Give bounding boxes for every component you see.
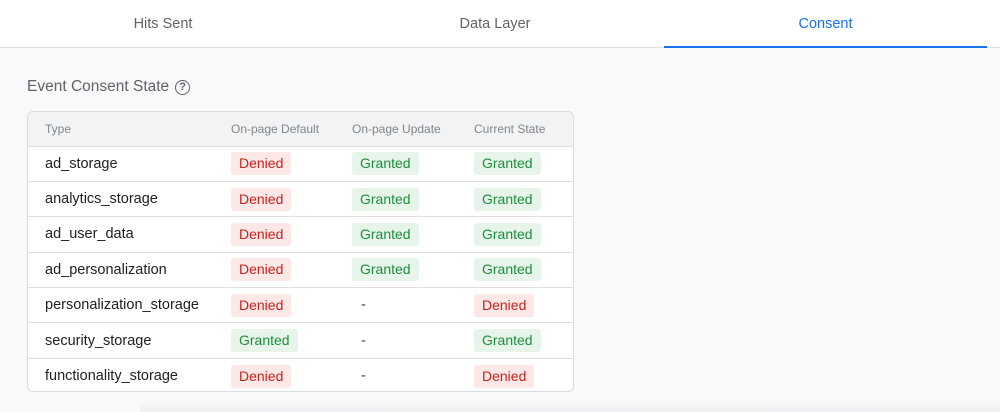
update-state-cell: Granted xyxy=(352,181,474,216)
status-badge-granted: Granted xyxy=(352,152,419,176)
tab-bar: Hits Sent Data Layer Consent xyxy=(0,0,1000,48)
bottom-shadow xyxy=(140,400,1000,412)
current-state-cell: Granted xyxy=(474,323,573,358)
table-header-row: Type On-page Default On-page Update Curr… xyxy=(28,112,573,146)
table-row: analytics_storage Denied Granted Granted xyxy=(28,181,573,216)
column-header-default: On-page Default xyxy=(231,121,320,136)
status-badge-denied: Denied xyxy=(231,364,292,388)
status-badge-granted: Granted xyxy=(474,187,541,211)
current-state-cell: Granted xyxy=(474,146,573,181)
status-badge-denied: Denied xyxy=(231,222,292,246)
status-badge-granted: Granted xyxy=(474,152,541,176)
update-state-cell: Granted xyxy=(352,252,474,287)
empty-value: - xyxy=(361,297,366,314)
status-badge-denied: Denied xyxy=(231,258,292,282)
tab-consent[interactable]: Consent xyxy=(664,0,987,48)
table-row: ad_user_data Denied Granted Granted xyxy=(28,216,573,252)
section-title-text: Event Consent State xyxy=(27,78,170,95)
section-title: Event Consent State ? xyxy=(27,78,191,96)
column-header-type: Type xyxy=(45,121,72,136)
default-state-cell: Denied xyxy=(231,358,352,391)
tab-label: Hits Sent xyxy=(133,15,193,32)
update-state-cell: Granted xyxy=(352,146,474,181)
table-row: security_storage Granted - Granted xyxy=(28,322,573,358)
tab-hits-sent[interactable]: Hits Sent xyxy=(0,0,326,47)
status-badge-granted: Granted xyxy=(352,187,419,211)
status-badge-denied: Denied xyxy=(474,364,535,388)
help-circle-icon[interactable]: ? xyxy=(175,79,191,95)
update-state-cell: - xyxy=(352,358,474,391)
consent-type: ad_storage xyxy=(45,155,118,172)
column-header-current: Current State xyxy=(474,121,546,136)
consent-panel: Event Consent State ? Type On-page Defau… xyxy=(0,48,1000,412)
status-badge-granted: Granted xyxy=(474,329,541,353)
consent-type: ad_user_data xyxy=(45,226,134,243)
tab-data-layer[interactable]: Data Layer xyxy=(332,0,658,47)
tab-label: Consent xyxy=(798,15,853,32)
consent-table: Type On-page Default On-page Update Curr… xyxy=(27,111,574,392)
empty-value: - xyxy=(361,368,366,385)
default-state-cell: Granted xyxy=(231,323,352,358)
status-badge-granted: Granted xyxy=(474,222,541,246)
consent-type: security_storage xyxy=(45,332,152,349)
status-badge-granted: Granted xyxy=(352,258,419,282)
status-badge-granted: Granted xyxy=(474,258,541,282)
table-row: functionality_storage Denied - Denied xyxy=(28,358,573,391)
update-state-cell: Granted xyxy=(352,217,474,252)
current-state-cell: Granted xyxy=(474,217,573,252)
table-row: personalization_storage Denied - Denied xyxy=(28,287,573,323)
consent-type: analytics_storage xyxy=(45,191,158,208)
tab-label: Data Layer xyxy=(459,15,531,32)
consent-type: ad_personalization xyxy=(45,261,167,278)
current-state-cell: Granted xyxy=(474,181,573,216)
empty-value: - xyxy=(361,332,366,349)
status-badge-denied: Denied xyxy=(231,293,292,317)
update-state-cell: - xyxy=(352,288,474,323)
status-badge-denied: Denied xyxy=(474,293,535,317)
column-header-update: On-page Update xyxy=(352,121,441,136)
status-badge-denied: Denied xyxy=(231,187,292,211)
default-state-cell: Denied xyxy=(231,181,352,216)
current-state-cell: Denied xyxy=(474,288,573,323)
default-state-cell: Denied xyxy=(231,217,352,252)
update-state-cell: - xyxy=(352,323,474,358)
table-row: ad_storage Denied Granted Granted xyxy=(28,146,573,181)
current-state-cell: Granted xyxy=(474,252,573,287)
default-state-cell: Denied xyxy=(231,252,352,287)
table-row: ad_personalization Denied Granted Granted xyxy=(28,252,573,287)
status-badge-denied: Denied xyxy=(231,152,292,176)
status-badge-granted: Granted xyxy=(231,329,298,353)
status-badge-granted: Granted xyxy=(352,222,419,246)
consent-type: personalization_storage xyxy=(45,297,199,314)
default-state-cell: Denied xyxy=(231,288,352,323)
default-state-cell: Denied xyxy=(231,146,352,181)
current-state-cell: Denied xyxy=(474,358,573,391)
consent-type: functionality_storage xyxy=(45,368,178,385)
